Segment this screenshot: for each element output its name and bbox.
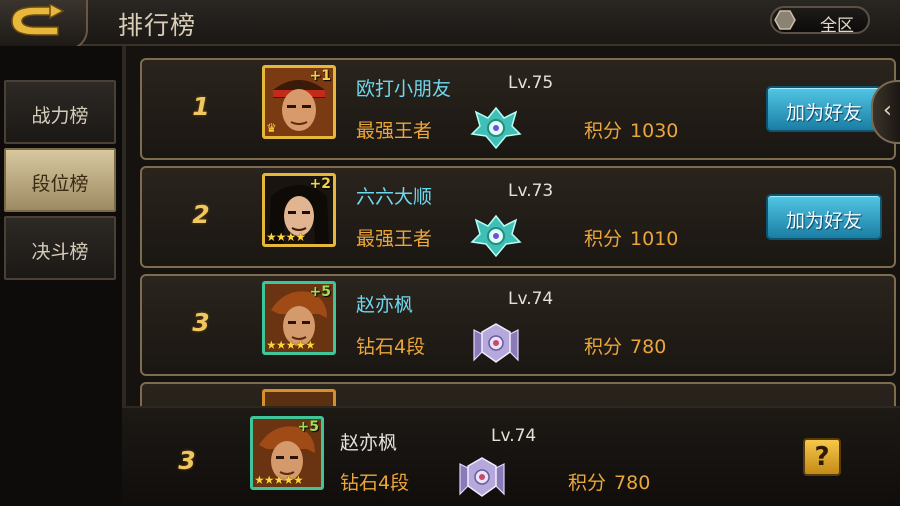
region-selector[interactable]: 全区 [770,6,870,36]
side-tabs: 战力榜 段位榜 决斗榜 [0,46,122,506]
rank-number: 3 [178,446,196,475]
diamond-badge-icon [473,323,519,363]
player-name: 欧打小朋友 [356,78,452,100]
diamond-badge-icon [459,457,505,497]
page-title: 排行榜 [118,11,197,40]
tier-name: 最强王者 [356,228,433,250]
question-icon: ? [814,442,830,472]
help-button[interactable]: ? [803,438,841,476]
king-badge-icon [470,106,522,150]
score-label: 积分 [584,336,623,358]
avatar[interactable]: +5 ★★★★★ [250,416,324,490]
tier-name: 钻石4段 [356,336,426,358]
top-bar: 排行榜 全区 [0,0,900,50]
score: 积分 780 [568,468,650,495]
score: 积分 780 [584,332,666,359]
player-name: 赵亦枫 [356,294,414,316]
rank-number: 3 [192,308,210,337]
add-friend-button[interactable]: 加为好友 [766,194,882,240]
back-arrow-icon [11,4,64,36]
star-rating: ★★★★★ [266,338,316,352]
score: 积分 1010 [584,224,678,251]
tab-power-ranking[interactable]: 战力榜 [4,80,116,144]
ranking-row[interactable]: 2 +2 ★★★★ 六六大顺 Lv.73 最强王者 积分 1010 加为好友 [140,166,896,268]
score-value: 1010 [630,228,679,250]
enhance-level: +5 [309,284,331,300]
score: 积分 1030 [584,116,678,143]
enhance-level: +5 [297,419,319,435]
tab-label: 段位榜 [31,173,89,195]
hexagon-icon [774,10,796,30]
region-label: 全区 [820,16,854,36]
avatar[interactable]: +1 ♛ [262,65,336,139]
tier-name: 钻石4段 [340,472,410,494]
rank-number: 2 [192,200,210,229]
star-rating: ★★★★ [266,230,306,244]
my-rank-bar: 3 +5 ★★★★★ 赵亦枫 Lv.74 钻石4段 积分 780 ? [122,406,900,506]
rank-number: 1 [192,92,210,121]
player-level: Lv.74 [508,289,554,309]
score-value: 1030 [630,120,679,142]
tab-label: 决斗榜 [31,241,89,263]
tab-tier-ranking[interactable]: 段位榜 [4,148,116,212]
ranking-row[interactable]: 1 +1 ♛ 欧打小朋友 Lv.75 最强王者 积分 1030 加为好友 [140,58,896,160]
score-label: 积分 [568,472,607,494]
add-friend-button[interactable]: 加为好友 [766,86,882,132]
player-name: 六六大顺 [356,186,433,208]
king-badge-icon [470,214,522,258]
back-button[interactable] [0,0,88,50]
ranking-row[interactable]: 3 +5 ★★★★★ 赵亦枫 Lv.74 钻石4段 积分 780 [140,274,896,376]
crown-icon: ♛ [266,121,277,135]
avatar[interactable]: +2 ★★★★ [262,173,336,247]
star-rating: ★★★★★ [254,473,304,487]
tab-label: 战力榜 [31,105,89,127]
player-level: Lv.73 [508,181,554,201]
tab-duel-ranking[interactable]: 决斗榜 [4,216,116,280]
player-level: Lv.75 [508,73,554,93]
score-value: 780 [614,472,651,494]
chevron-left-icon: ‹ [883,98,892,123]
player-level: Lv.74 [491,426,537,446]
score-label: 积分 [584,120,623,142]
enhance-level: +1 [309,68,331,84]
player-name: 赵亦枫 [340,432,398,454]
score-value: 780 [630,336,667,358]
avatar[interactable]: +5 ★★★★★ [262,281,336,355]
add-friend-label: 加为好友 [785,102,862,124]
score-label: 积分 [584,228,623,250]
enhance-level: +2 [309,176,331,192]
tier-name: 最强王者 [356,120,433,142]
add-friend-label: 加为好友 [785,210,862,232]
